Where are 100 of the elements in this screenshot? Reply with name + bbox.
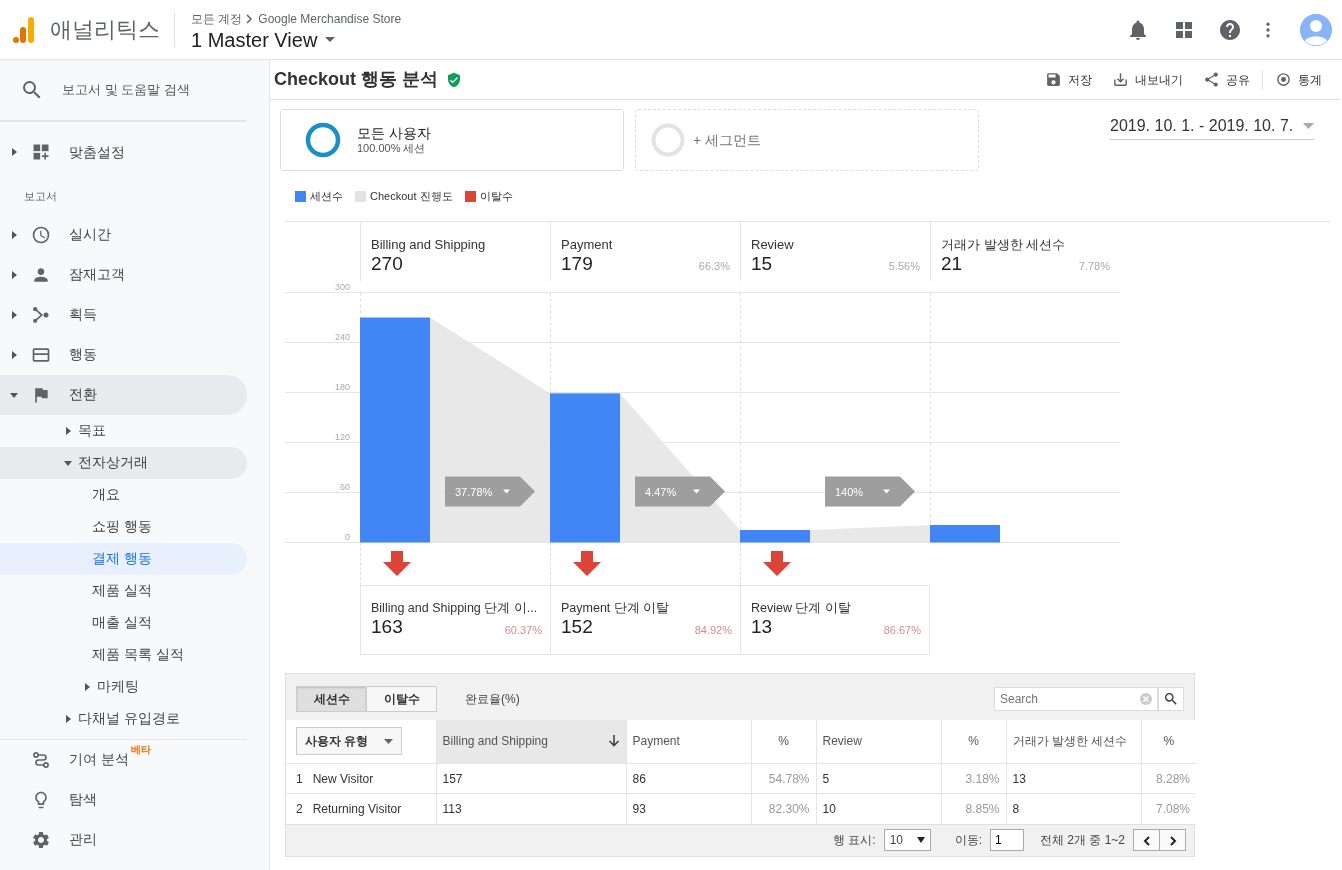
drop-off-share: 84.92% bbox=[694, 622, 732, 638]
date-range-picker[interactable]: 2019. 10. 1. - 2019. 10. 7. bbox=[1110, 112, 1314, 140]
down-arrow-icon bbox=[763, 550, 791, 577]
caret-icon bbox=[916, 837, 925, 843]
nav-item[interactable]: 결제 행동 bbox=[0, 542, 247, 575]
nav-item[interactable]: 행동 bbox=[0, 334, 247, 375]
metric-toggle[interactable]: 세션수 bbox=[296, 685, 367, 712]
dimension-value[interactable]: New Visitor bbox=[312, 769, 374, 788]
goto-label: 이동: bbox=[954, 832, 982, 849]
goto-field[interactable]: 1 bbox=[989, 829, 1024, 851]
caret-icon bbox=[83, 682, 91, 691]
chevron-icon bbox=[246, 13, 255, 24]
table-cell: 86 bbox=[626, 763, 751, 794]
search-field[interactable]: 보고서 및 도움말 검색 bbox=[60, 79, 240, 101]
step-name: Review bbox=[751, 235, 794, 254]
metric-toggle[interactable]: 이탈수 bbox=[366, 685, 437, 712]
legend-label: Checkout 진행도 bbox=[370, 189, 453, 204]
search-field[interactable]: Search bbox=[994, 686, 1158, 711]
column-header[interactable]: % bbox=[941, 719, 1006, 764]
caret-icon bbox=[10, 350, 18, 359]
nav-item[interactable]: 기여 분석 $^{베타}$ bbox=[0, 739, 247, 780]
table-cell: 8 bbox=[1006, 793, 1141, 824]
toolbar-button[interactable]: 통계 bbox=[1265, 70, 1332, 89]
previous-page-button[interactable] bbox=[1133, 829, 1160, 851]
nav-item[interactable]: 전환 bbox=[0, 374, 247, 415]
row-number: 1 bbox=[296, 770, 303, 788]
insights-icon bbox=[1275, 71, 1292, 88]
step-value: 15 bbox=[751, 254, 773, 275]
step-value: 270 bbox=[371, 254, 403, 275]
table-cell: 54.78% bbox=[751, 763, 816, 794]
table-cell: 13 bbox=[1006, 763, 1141, 794]
add-segment-card[interactable]: + 세그먼트 bbox=[635, 109, 979, 171]
nav-item[interactable]: 관리 bbox=[0, 819, 247, 860]
column-header[interactable]: Payment bbox=[626, 719, 751, 764]
dimension-value[interactable]: Returning Visitor bbox=[312, 799, 402, 818]
nav-item[interactable]: 잠재고객 bbox=[0, 254, 247, 295]
nav-item[interactable]: 실시간 bbox=[0, 214, 247, 255]
breadcrumb-link[interactable]: Google Merchandise Store bbox=[258, 9, 402, 28]
nav-item[interactable]: 매출 실적 bbox=[0, 606, 247, 639]
drop-off-share: 60.37% bbox=[504, 622, 542, 638]
dimension-dropdown[interactable]: 사용자 유형 bbox=[296, 727, 403, 756]
axis-label: 240 bbox=[334, 331, 350, 341]
nav-item[interactable]: 맞춤설정 bbox=[0, 132, 247, 172]
nav-item[interactable]: 제품 목록 실적 bbox=[0, 638, 247, 671]
nav-item[interactable]: 개요 bbox=[0, 478, 247, 511]
column-header[interactable]: 거래가 발생한 세션수 bbox=[1006, 719, 1141, 764]
segment-card[interactable]: 모든 사용자 100.00% 세션 bbox=[280, 109, 624, 171]
toolbar-button[interactable]: 저장 bbox=[1035, 70, 1102, 89]
search-button[interactable] bbox=[1158, 686, 1184, 711]
step-name: Payment bbox=[561, 235, 613, 254]
drop-off-share: 86.67% bbox=[883, 622, 921, 638]
down-arrow-icon bbox=[573, 550, 601, 577]
toolbar-button[interactable]: 공유 bbox=[1193, 70, 1260, 89]
settings-icon bbox=[31, 829, 51, 850]
drop-off-value: 152 bbox=[561, 617, 593, 639]
search-icon bbox=[1163, 690, 1179, 707]
table-cell: 93 bbox=[626, 793, 751, 824]
column-header[interactable]: % bbox=[1141, 719, 1196, 764]
save-icon bbox=[1045, 71, 1062, 88]
caret-icon bbox=[384, 738, 394, 744]
toolbar-button[interactable]: 내보내기 bbox=[1102, 70, 1193, 89]
share-icon bbox=[1203, 71, 1220, 88]
chevron-left-icon bbox=[1142, 835, 1151, 846]
ring-icon bbox=[651, 123, 685, 157]
nav-item[interactable]: 탐색 bbox=[0, 779, 247, 820]
caret-icon bbox=[64, 714, 72, 723]
row-number: 2 bbox=[296, 800, 303, 818]
column-header[interactable]: Review bbox=[816, 719, 941, 764]
clock-icon bbox=[31, 224, 51, 245]
sort-arrow-icon bbox=[607, 735, 620, 748]
table-cell: 8.85% bbox=[941, 793, 1006, 824]
axis-label: 60 bbox=[340, 481, 350, 491]
breadcrumb-link[interactable]: 모든 계정 bbox=[191, 9, 243, 28]
nav-item[interactable]: 목표 bbox=[0, 414, 247, 447]
nav-item[interactable]: 제품 실적 bbox=[0, 574, 247, 607]
nav-item[interactable]: 획득 bbox=[0, 294, 247, 335]
caret-icon bbox=[10, 230, 18, 239]
caret-icon bbox=[64, 458, 72, 467]
help-icon[interactable] bbox=[1218, 17, 1242, 42]
nav-item[interactable]: 전자상거래 bbox=[0, 446, 247, 479]
column-header[interactable]: Billing and Shipping bbox=[436, 719, 626, 764]
table-cell: 7.08% bbox=[1141, 793, 1196, 824]
caret-icon bbox=[10, 310, 18, 319]
view-selector[interactable]: 1 Master View bbox=[191, 27, 402, 52]
nav-item[interactable]: 다채널 유입경로 bbox=[0, 702, 247, 735]
section-label: 보고서 bbox=[24, 189, 57, 204]
column-header[interactable]: % bbox=[751, 719, 816, 764]
caret-icon bbox=[10, 390, 18, 399]
table-cell: 157 bbox=[436, 763, 626, 794]
step-share: 5.56% bbox=[888, 259, 920, 275]
product-name: 애널리틱스 bbox=[50, 12, 175, 47]
metric-toggle[interactable]: 완료율(%) bbox=[459, 688, 526, 709]
legend-label: 이탈수 bbox=[479, 189, 513, 204]
table-cell: 5 bbox=[816, 763, 941, 794]
nav-item[interactable]: 쇼핑 행동 bbox=[0, 510, 247, 543]
chevron-right-icon bbox=[1168, 835, 1177, 846]
next-page-button[interactable] bbox=[1159, 829, 1186, 851]
rows-select[interactable]: 10 bbox=[883, 829, 931, 851]
drop-off-value: 163 bbox=[371, 617, 403, 639]
nav-item[interactable]: 마케팅 bbox=[0, 670, 247, 703]
